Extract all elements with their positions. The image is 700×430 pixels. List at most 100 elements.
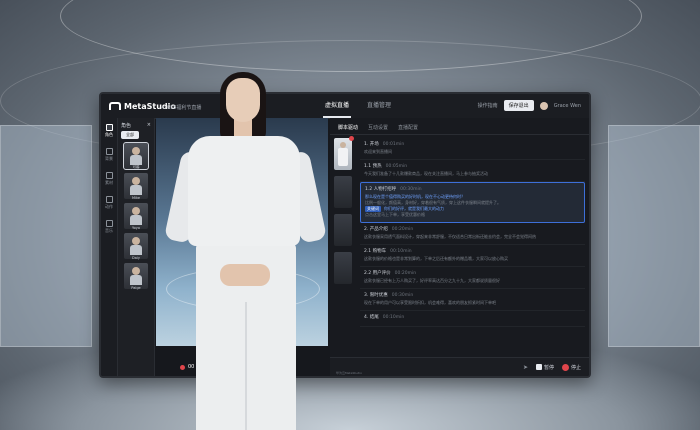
line-index: 4. <box>364 315 369 320</box>
scene-thumbnail[interactable] <box>334 252 352 284</box>
tab-live-config[interactable]: 直播配置 <box>398 124 418 131</box>
digital-human-presenter <box>163 72 328 430</box>
role-card[interactable]: Yoyo <box>124 203 148 230</box>
line-index: 2.2 <box>364 271 372 276</box>
script-line[interactable]: 3. 限时优惠 00:30min 现在下单的用户可以享受限时折扣，机会难得，喜欢的… <box>360 289 585 311</box>
studio-side-panel-left <box>0 125 92 347</box>
line-text: 这款衣服的价格也是非常划算的，下单之后还有额外的赠品哦，大家可以放心购买 <box>364 256 508 261</box>
script-lines: 1. 开场 00:01min 欢迎来到直播间 1.1 预热 00:05min 今天我… <box>360 138 585 327</box>
nav-label: 背景 <box>105 156 113 161</box>
role-face <box>132 207 140 215</box>
top-tabs: 虚拟直播 直播管理 <box>323 94 393 118</box>
send-icon[interactable]: ➤ <box>523 364 528 371</box>
line-index: 3. <box>364 293 369 298</box>
studio-side-panel-right <box>608 125 700 347</box>
line-index: 2.1 <box>364 249 372 254</box>
role-filter-tag[interactable]: 全部 <box>121 131 139 139</box>
line-title: 限时优惠 <box>369 293 388 298</box>
script-line[interactable]: 2.2 用户评价 00:20min 这款衣服已经有上万人购买了，好评率高达百分之九… <box>360 267 585 289</box>
script-line[interactable]: 2.1 购物车 00:10min 这款衣服的价格也是非常划算的，下单之后还有额外的… <box>360 245 585 267</box>
stop-button[interactable]: 停止 <box>561 363 581 371</box>
role-body <box>130 155 142 165</box>
scene-thumbnails <box>334 136 354 290</box>
nav-label: 动作 <box>105 204 113 209</box>
line-index: 1.1 <box>364 164 372 169</box>
line-duration: 00:05min <box>385 164 408 169</box>
metastudio-logo-icon <box>109 102 121 110</box>
script-line-active[interactable]: 1.2 人物打招呼 00:30min 那么现在是个值得购买的好时机，现在不心动更待… <box>360 182 585 223</box>
scene-thumbnail[interactable] <box>334 136 354 170</box>
footer-watermark: 华为云MetaStudio <box>336 371 363 375</box>
stop-icon <box>561 363 569 371</box>
script-line[interactable]: 1. 开场 00:01min 欢迎来到直播间 <box>360 138 585 160</box>
tab-interaction-settings[interactable]: 互动设置 <box>368 124 388 131</box>
music-icon <box>105 220 113 227</box>
role-name: Mike <box>131 196 141 200</box>
role-body <box>130 275 142 285</box>
line-text: 这款衣服采用透气面料设计，穿起来非常舒服，不仅适合日常出街还能去约会，完全不会觉… <box>364 234 536 239</box>
role-name: Yoyo <box>131 226 141 230</box>
line-text: 这款衣服已经有上万人购买了，好评率高达百分之九十九，大家都说质量很好 <box>364 278 500 283</box>
live-control-bar: 00 : 33 : 05 输入弹幕内容 ➤ 暂停 停止 <box>180 357 589 376</box>
line-duration: 00:20min <box>391 227 414 232</box>
stop-label: 停止 <box>570 364 581 371</box>
line-duration: 00:30min <box>391 293 414 298</box>
tab-live-management[interactable]: 直播管理 <box>365 94 393 118</box>
role-card[interactable]: Mike <box>124 173 148 200</box>
close-icon[interactable]: × <box>147 122 151 129</box>
line-index: 1.2 <box>365 187 373 192</box>
nav-item-music[interactable]: 音乐 <box>105 220 113 234</box>
pause-icon <box>535 364 542 370</box>
tab-script-drive[interactable]: 脚本驱动 <box>338 124 358 131</box>
role-name: Daiy <box>132 256 140 260</box>
script-line[interactable]: 2. 产品介绍 00:20min 这款衣服采用透气面料设计，穿起来非常舒服，不仅适… <box>360 223 585 245</box>
nav-item-material[interactable]: 素材 <box>105 172 113 186</box>
line-duration: 00:10min <box>382 315 405 320</box>
nav-item-motion[interactable]: 动作 <box>105 196 113 210</box>
script-line-header: 1.1 预热 00:05min <box>364 163 581 169</box>
line-title: 用户评价 <box>372 271 391 276</box>
line-title: 结尾 <box>369 315 379 320</box>
line-duration: 00:30min <box>400 187 422 192</box>
scene-thumbnail[interactable] <box>334 176 352 208</box>
role-card[interactable]: Paige <box>124 263 148 290</box>
top-right-actions: 操作指南 保存退出 Grace Wen <box>478 100 581 111</box>
nav-item-background[interactable]: 背景 <box>105 148 113 162</box>
presenter-jacket <box>188 136 300 246</box>
line-duration: 00:01min <box>382 142 405 147</box>
scene-thumbnail[interactable] <box>334 214 352 246</box>
left-nav: 角色 背景 素材 动作 音乐 <box>101 118 118 376</box>
script-line-header: 4. 结尾 00:10min <box>364 314 581 320</box>
save-exit-button[interactable]: 保存退出 <box>503 100 534 111</box>
active-badge <box>349 136 354 141</box>
presenter-hands <box>220 264 270 286</box>
role-card[interactable]: 可馨 <box>123 142 149 170</box>
role-panel-header: 角色 × <box>118 118 154 131</box>
role-body <box>130 185 142 195</box>
pause-button[interactable]: 暂停 <box>535 364 554 371</box>
guide-link[interactable]: 操作指南 <box>478 102 498 109</box>
role-card[interactable]: Daiy <box>124 233 148 260</box>
line-duration: 00:10min <box>390 249 412 254</box>
nav-label: 音乐 <box>105 228 113 233</box>
person-icon <box>105 124 113 131</box>
line-text: 现在下单的用户可以享受限时折扣，机会难得，喜欢的朋友抓紧时间下单吧 <box>364 300 496 305</box>
line-index: 1. <box>364 142 369 147</box>
line-index: 2. <box>364 227 369 232</box>
line-title: 人物打招呼 <box>373 187 397 192</box>
keyword-text: 你们的好评，就是我们最大的动力 <box>384 206 444 211</box>
role-body <box>130 245 142 255</box>
script-line-header: 2.2 用户评价 00:20min <box>364 270 581 276</box>
script-line-header: 2.1 购物车 00:10min <box>364 248 581 254</box>
script-line[interactable]: 4. 结尾 00:10min <box>360 311 585 327</box>
nav-item-role[interactable]: 角色 <box>105 124 113 138</box>
script-panel: 脚本驱动 互动设置 直播配置 1. 开场 00:01min 欢迎来到直播间 1.1… <box>330 118 589 376</box>
user-name: Grace Wen <box>553 102 581 109</box>
line-title: 购物车 <box>372 249 387 254</box>
script-line[interactable]: 1.1 预热 00:05min 今天我们准备了十几款爆款商品，现在关注直播间，马上… <box>360 160 585 182</box>
user-avatar[interactable] <box>539 101 548 110</box>
line-text: 点击这里马上下单，享受优惠价格 <box>365 212 425 217</box>
media-icon <box>105 172 113 179</box>
motion-icon <box>105 196 113 203</box>
presenter-face <box>226 78 260 122</box>
